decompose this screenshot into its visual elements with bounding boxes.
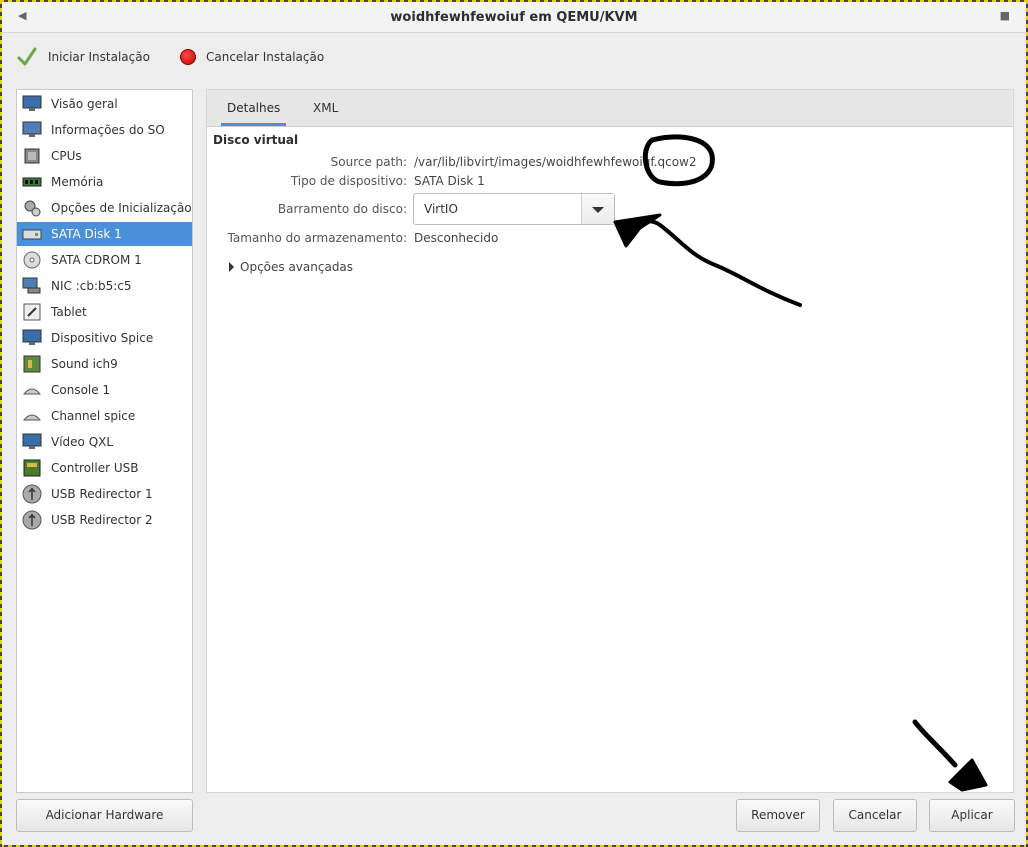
cdrom-icon xyxy=(21,250,43,270)
sidebar-item-os-info[interactable]: Informações do SO xyxy=(17,118,192,142)
sidebar-item-usb-redirector-2[interactable]: USB Redirector 2 xyxy=(17,508,192,532)
storage-size-value: Desconhecido xyxy=(414,231,499,245)
start-install-button[interactable]: Iniciar Instalação xyxy=(16,46,150,68)
sidebar-item-overview[interactable]: Visão geral xyxy=(17,92,192,116)
sidebar-item-nic[interactable]: NIC :cb:b5:c5 xyxy=(17,274,192,298)
sidebar-item-sata-cdrom[interactable]: SATA CDROM 1 xyxy=(17,248,192,272)
sidebar-item-sound[interactable]: Sound ich9 xyxy=(17,352,192,376)
memory-icon xyxy=(21,172,43,192)
advanced-options-label: Opções avançadas xyxy=(240,260,354,274)
sidebar-item-memory[interactable]: Memória xyxy=(17,170,192,194)
usb-icon xyxy=(21,484,43,504)
controller-icon xyxy=(21,458,43,478)
checkmark-icon xyxy=(17,47,37,66)
usb-icon xyxy=(21,510,43,530)
tab-xml[interactable]: XML xyxy=(307,90,344,126)
tab-details[interactable]: Detalhes xyxy=(221,90,287,126)
os-info-icon xyxy=(21,120,43,140)
sidebar-item-tablet[interactable]: Tablet xyxy=(17,300,192,324)
add-hardware-button[interactable]: Adicionar Hardware xyxy=(16,799,193,832)
device-type-value: SATA Disk 1 xyxy=(414,174,485,188)
chevron-down-icon[interactable] xyxy=(581,194,614,224)
sidebar-item-video-qxl[interactable]: Vídeo QXL xyxy=(17,430,192,454)
cancel-button[interactable]: Cancelar xyxy=(833,799,917,832)
network-icon xyxy=(21,276,43,296)
disk-bus-value: VirtIO xyxy=(424,202,458,216)
section-title: Disco virtual xyxy=(213,133,299,147)
tablet-icon xyxy=(21,302,43,322)
monitor-icon xyxy=(21,94,43,114)
window-title: woidhfewhfewoiuf em QEMU/KVM xyxy=(390,10,638,25)
frame-left xyxy=(0,0,2,847)
sidebar-item-sata-disk[interactable]: SATA Disk 1 xyxy=(17,222,192,246)
source-path-label: Source path: xyxy=(330,155,407,169)
source-path-value: /var/lib/libvirt/images/woidhfewhfewoiuf… xyxy=(414,155,697,169)
channel-icon xyxy=(21,406,43,426)
sidebar-item-console[interactable]: Console 1 xyxy=(17,378,192,402)
spice-display-icon xyxy=(21,328,43,348)
details-panel: Detalhes XML Disco virtual Source path: … xyxy=(206,89,1014,793)
cpu-icon xyxy=(21,146,43,166)
start-install-label: Iniciar Instalação xyxy=(48,50,150,64)
storage-size-label: Tamanho do armazenamento: xyxy=(227,231,407,245)
video-icon xyxy=(21,432,43,452)
sidebar-item-cpus[interactable]: CPUs xyxy=(17,144,192,168)
boot-options-icon xyxy=(21,198,43,218)
device-type-label: Tipo de dispositivo: xyxy=(290,174,407,188)
disk-bus-combobox[interactable]: VirtIO xyxy=(413,193,615,225)
disk-icon xyxy=(21,224,43,244)
sidebar-item-boot-options[interactable]: Opções de Inicialização xyxy=(17,196,192,220)
sidebar-item-spice-display[interactable]: Dispositivo Spice xyxy=(17,326,192,350)
console-icon xyxy=(21,380,43,400)
apply-button[interactable]: Aplicar xyxy=(929,799,1015,832)
close-icon[interactable]: ■ xyxy=(1000,9,1010,22)
stop-icon xyxy=(180,49,196,65)
tab-bar: Detalhes XML xyxy=(207,90,1013,127)
disk-bus-label: Barramento do disco: xyxy=(277,202,407,216)
sidebar-item-usb-redirector-1[interactable]: USB Redirector 1 xyxy=(17,482,192,506)
sidebar-item-channel-spice[interactable]: Channel spice xyxy=(17,404,192,428)
sound-icon xyxy=(21,354,43,374)
title-bar: ◀ woidhfewhfewoiuf em QEMU/KVM ■ xyxy=(2,2,1026,33)
expander-arrow-icon xyxy=(229,262,234,272)
advanced-options-expander[interactable]: Opções avançadas xyxy=(229,260,353,274)
remove-button[interactable]: Remover xyxy=(736,799,820,832)
cancel-install-button[interactable]: Cancelar Instalação xyxy=(180,46,324,68)
hardware-list: Visão geral Informações do SO CPUs Memór… xyxy=(16,89,193,793)
sidebar-item-controller-usb[interactable]: Controller USB xyxy=(17,456,192,480)
cancel-install-label: Cancelar Instalação xyxy=(206,50,325,64)
